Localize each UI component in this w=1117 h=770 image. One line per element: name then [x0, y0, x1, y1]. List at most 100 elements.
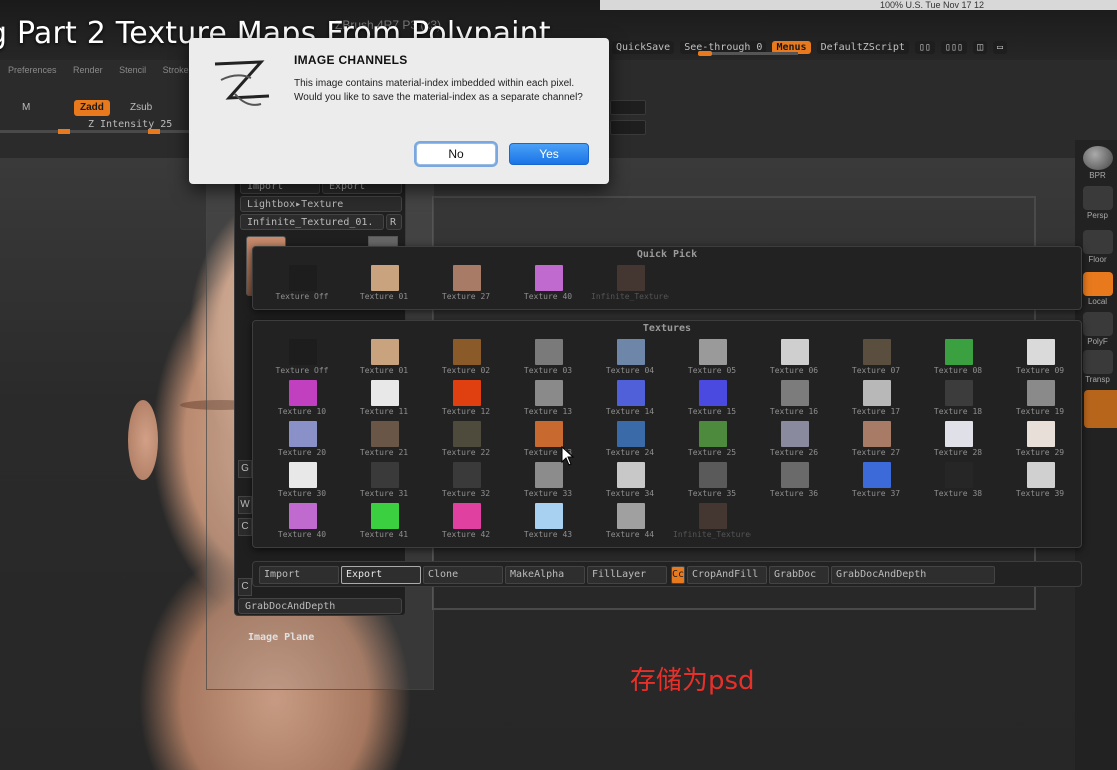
- texture-item[interactable]: Texture 10: [263, 378, 341, 417]
- image-plane-label[interactable]: Image Plane: [248, 632, 314, 643]
- texture-item[interactable]: Texture 40: [263, 501, 341, 540]
- bpr-button[interactable]: BPR: [1078, 146, 1117, 180]
- texture-item[interactable]: Texture 41: [345, 501, 423, 540]
- texture-item[interactable]: Texture 15: [673, 378, 751, 417]
- texture-item[interactable]: Texture 21: [345, 419, 423, 458]
- quick-pick-item[interactable]: Infinite_Textured: [591, 263, 669, 302]
- export-button[interactable]: Export: [341, 566, 421, 584]
- texture-item[interactable]: Texture 03: [509, 337, 587, 376]
- texture-item[interactable]: Texture 29: [1001, 419, 1079, 458]
- texture-item[interactable]: Texture 39: [1001, 460, 1079, 499]
- persp-button[interactable]: Persp: [1078, 186, 1117, 220]
- texture-item[interactable]: Texture 16: [755, 378, 833, 417]
- texture-item[interactable]: Infinite_Textured: [673, 501, 751, 540]
- texture-item[interactable]: Texture 35: [673, 460, 751, 499]
- texture-item[interactable]: Texture 33: [509, 460, 587, 499]
- texture-item[interactable]: Texture Off: [263, 337, 341, 376]
- zsub-button[interactable]: Zsub: [124, 100, 158, 116]
- texture-item[interactable]: Texture 23: [509, 419, 587, 458]
- quick-pick-item[interactable]: Texture 01: [345, 263, 423, 302]
- texture-item[interactable]: Texture 37: [837, 460, 915, 499]
- menu-stroke[interactable]: Stroke: [163, 65, 189, 75]
- menu-render[interactable]: Render: [73, 65, 103, 75]
- texture-item[interactable]: Texture 38: [919, 460, 997, 499]
- texture-item[interactable]: Texture 34: [591, 460, 669, 499]
- texture-item[interactable]: Texture 20: [263, 419, 341, 458]
- texture-item[interactable]: Texture 13: [509, 378, 587, 417]
- texture-thumbnail: [617, 462, 645, 488]
- texture-item[interactable]: Texture 30: [263, 460, 341, 499]
- texture-thumbnail: [371, 462, 399, 488]
- lightbox-texture-button[interactable]: Lightbox▸Texture: [240, 196, 402, 212]
- tool-slot-2[interactable]: [610, 120, 646, 135]
- texture-item[interactable]: Texture 32: [427, 460, 505, 499]
- texture-thumbnail: [535, 380, 563, 406]
- layout2-icon[interactable]: ▯▯▯: [940, 40, 967, 54]
- cc-button[interactable]: Cc: [671, 566, 685, 584]
- texture-item[interactable]: Texture 07: [837, 337, 915, 376]
- quicksave-button[interactable]: QuickSave: [612, 40, 675, 54]
- texture-thumbnail: [1027, 339, 1055, 365]
- texture-item[interactable]: Texture 24: [591, 419, 669, 458]
- r-button[interactable]: R: [386, 214, 402, 230]
- texture-item[interactable]: Texture 12: [427, 378, 505, 417]
- grab-doc-button[interactable]: GrabDoc: [769, 566, 829, 584]
- side-button-w[interactable]: W: [238, 496, 252, 514]
- texture-item[interactable]: Texture 04: [591, 337, 669, 376]
- texture-item[interactable]: Texture 06: [755, 337, 833, 376]
- zadd-button[interactable]: Zadd: [74, 100, 110, 116]
- side-button-c1[interactable]: C: [238, 518, 252, 536]
- yes-button[interactable]: Yes: [509, 143, 589, 165]
- texture-item[interactable]: Texture 02: [427, 337, 505, 376]
- see-through-track[interactable]: [698, 51, 798, 56]
- minimize-icon[interactable]: ▭: [993, 40, 1008, 54]
- texture-item[interactable]: Texture 44: [591, 501, 669, 540]
- texture-item[interactable]: Texture 31: [345, 460, 423, 499]
- crop-and-fill-button[interactable]: CropAndFill: [687, 566, 767, 584]
- dock-tab[interactable]: [1084, 390, 1117, 428]
- m-button[interactable]: M: [16, 100, 36, 116]
- quick-pick-item[interactable]: Texture 27: [427, 263, 505, 302]
- side-button-g[interactable]: G: [238, 460, 252, 478]
- default-zscript-button[interactable]: DefaultZScript: [816, 40, 909, 54]
- texture-item[interactable]: Texture 25: [673, 419, 751, 458]
- texture-item[interactable]: Texture 01: [345, 337, 423, 376]
- menu-stencil[interactable]: Stencil: [119, 65, 146, 75]
- texture-item[interactable]: Texture 28: [919, 419, 997, 458]
- transp-button[interactable]: Transp: [1078, 350, 1117, 384]
- texture-item[interactable]: Texture 22: [427, 419, 505, 458]
- side-button-c2[interactable]: C: [238, 578, 252, 596]
- clone-button[interactable]: Clone: [423, 566, 503, 584]
- slider-knob[interactable]: [58, 129, 70, 134]
- local-button[interactable]: Local: [1078, 272, 1117, 306]
- grabdoc-depth-button[interactable]: GrabDocAndDepth: [238, 598, 402, 614]
- grab-doc-and-depth-button[interactable]: GrabDocAndDepth: [831, 566, 995, 584]
- make-alpha-button[interactable]: MakeAlpha: [505, 566, 585, 584]
- texture-item[interactable]: Texture 14: [591, 378, 669, 417]
- texture-item[interactable]: Texture 18: [919, 378, 997, 417]
- texture-item[interactable]: Texture 42: [427, 501, 505, 540]
- texture-item[interactable]: Texture 19: [1001, 378, 1079, 417]
- texture-item[interactable]: Texture 08: [919, 337, 997, 376]
- tool-slot-1[interactable]: [610, 100, 646, 115]
- texture-item[interactable]: Texture 05: [673, 337, 751, 376]
- menu-preferences[interactable]: Preferences: [8, 65, 57, 75]
- window-icon[interactable]: ◫: [972, 40, 988, 54]
- floor-button[interactable]: Floor: [1078, 230, 1117, 264]
- no-button[interactable]: No: [416, 143, 496, 165]
- current-texture-name[interactable]: Infinite_Textured_01.: [240, 214, 384, 230]
- texture-item[interactable]: Texture 26: [755, 419, 833, 458]
- polyf-button[interactable]: PolyF: [1078, 312, 1117, 346]
- quick-pick-item[interactable]: Texture 40: [509, 263, 587, 302]
- texture-item[interactable]: Texture 36: [755, 460, 833, 499]
- texture-item[interactable]: Texture 09: [1001, 337, 1079, 376]
- texture-item[interactable]: Texture 27: [837, 419, 915, 458]
- texture-item[interactable]: Texture 11: [345, 378, 423, 417]
- layout-icon[interactable]: ▯▯: [914, 40, 935, 54]
- quick-pick-item[interactable]: Texture Off: [263, 263, 341, 302]
- textures-grid: Texture Off Texture 01 Texture 02 Texture 0…: [263, 337, 1079, 540]
- fill-layer-button[interactable]: FillLayer: [587, 566, 667, 584]
- texture-item[interactable]: Texture 17: [837, 378, 915, 417]
- import-button[interactable]: Import: [259, 566, 339, 584]
- texture-item[interactable]: Texture 43: [509, 501, 587, 540]
